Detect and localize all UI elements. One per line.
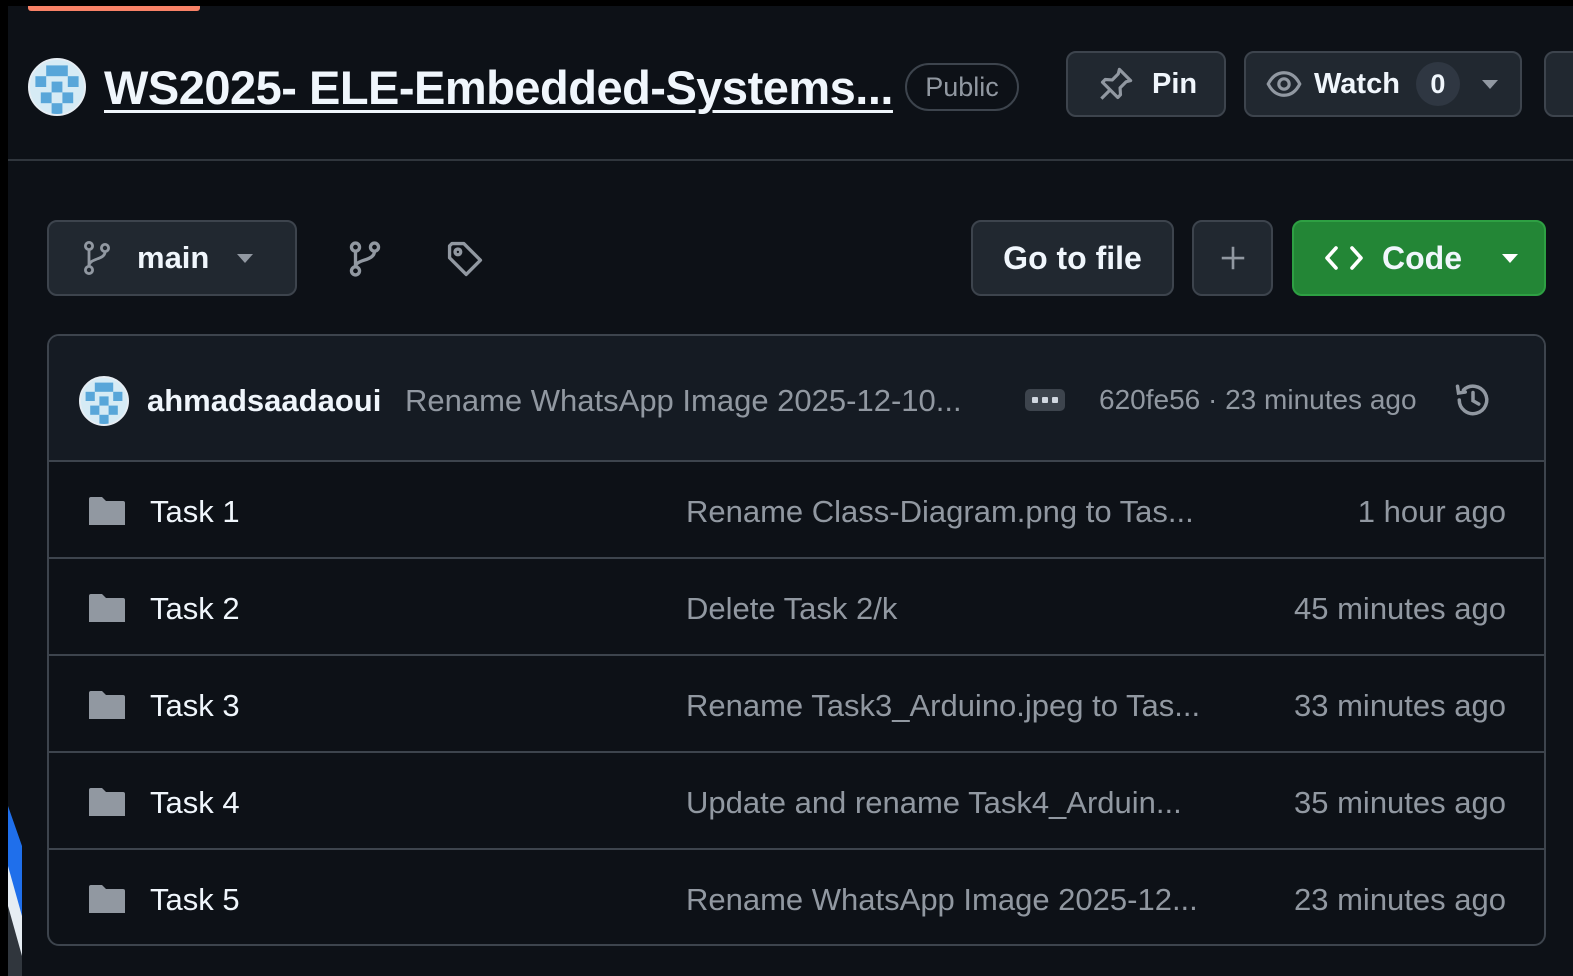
desktop-background-fragment (8, 806, 22, 976)
file-commit-time: 33 minutes ago (1294, 688, 1506, 723)
chevron-down-icon[interactable] (1481, 79, 1498, 89)
repo-header: WS2025- ELE-Embedded-Systems... Public P… (8, 6, 1573, 161)
history-icon[interactable] (1453, 380, 1493, 420)
commit-author-avatar[interactable] (79, 376, 129, 426)
file-commit-message[interactable]: Update and rename Task4_Arduin... (686, 785, 1182, 821)
folder-icon (87, 688, 127, 722)
chevron-down-icon (237, 253, 254, 263)
folder-icon (87, 882, 127, 916)
watch-button[interactable]: Watch 0 (1244, 51, 1522, 117)
repo-title-link[interactable]: WS2025- ELE-Embedded-Systems... (104, 60, 893, 115)
file-commit-time: 45 minutes ago (1294, 591, 1506, 626)
watch-label: Watch (1314, 67, 1400, 100)
chevron-down-icon (1502, 253, 1518, 263)
file-commit-message[interactable]: Rename Task3_Arduino.jpeg to Tas... (686, 688, 1200, 724)
file-commit-time: 35 minutes ago (1294, 785, 1506, 820)
file-row[interactable]: Task 3 Rename Task3_Arduino.jpeg to Tas..… (49, 656, 1544, 753)
add-file-button[interactable] (1192, 220, 1273, 296)
file-commit-time: 23 minutes ago (1294, 882, 1506, 917)
tag-icon[interactable] (446, 240, 484, 278)
code-icon (1325, 246, 1363, 270)
file-commit-time: 1 hour ago (1357, 494, 1506, 529)
latest-commit-row: ahmadsaadaoui Rename WhatsApp Image 2025… (49, 336, 1544, 462)
file-row[interactable]: Task 1 Rename Class-Diagram.png to Tas...… (49, 462, 1544, 559)
branch-name: main (137, 240, 210, 275)
file-name-link[interactable]: Task 5 (150, 882, 240, 918)
ellipsis-icon[interactable] (1025, 389, 1065, 411)
commit-message[interactable]: Rename WhatsApp Image 2025-12-10... (405, 383, 962, 419)
file-row[interactable]: Task 2 Delete Task 2/k 45 minutes ago (49, 559, 1544, 656)
pin-icon (1100, 67, 1133, 100)
branch-selector[interactable]: main (47, 220, 297, 296)
file-name-link[interactable]: Task 3 (150, 688, 240, 724)
plus-icon (1221, 246, 1244, 270)
repo-owner-avatar[interactable] (28, 58, 86, 116)
file-table: ahmadsaadaoui Rename WhatsApp Image 2025… (47, 334, 1546, 946)
code-label: Code (1382, 239, 1462, 276)
file-name-link[interactable]: Task 4 (150, 785, 240, 821)
eye-icon (1266, 71, 1302, 97)
file-row[interactable]: Task 5 Rename WhatsApp Image 2025-12... 23… (49, 850, 1544, 944)
repo-page: WS2025- ELE-Embedded-Systems... Public P… (8, 6, 1573, 976)
commit-author[interactable]: ahmadsaadaoui (147, 383, 381, 419)
go-to-file-button[interactable]: Go to file (971, 220, 1174, 296)
file-name-link[interactable]: Task 2 (150, 591, 240, 627)
branches-icon[interactable] (346, 240, 384, 278)
folder-icon (87, 591, 127, 625)
code-button[interactable]: Code (1292, 220, 1546, 296)
file-row[interactable]: Task 4 Update and rename Task4_Arduin... 3… (49, 753, 1544, 850)
file-commit-message[interactable]: Delete Task 2/k (686, 591, 897, 627)
file-commit-message[interactable]: Rename Class-Diagram.png to Tas... (686, 494, 1194, 530)
folder-icon (87, 785, 127, 819)
fork-button-partial[interactable] (1544, 51, 1573, 117)
watch-count: 0 (1415, 62, 1460, 106)
file-name-link[interactable]: Task 1 (150, 494, 240, 530)
git-branch-icon (84, 241, 110, 275)
file-commit-message[interactable]: Rename WhatsApp Image 2025-12... (686, 882, 1198, 918)
go-to-file-label: Go to file (1003, 239, 1142, 276)
pin-label: Pin (1152, 67, 1198, 100)
visibility-badge: Public (905, 63, 1019, 111)
commit-hash-time[interactable]: 620fe56 · 23 minutes ago (1099, 384, 1417, 416)
folder-icon (87, 494, 127, 528)
pin-button[interactable]: Pin (1066, 51, 1226, 117)
